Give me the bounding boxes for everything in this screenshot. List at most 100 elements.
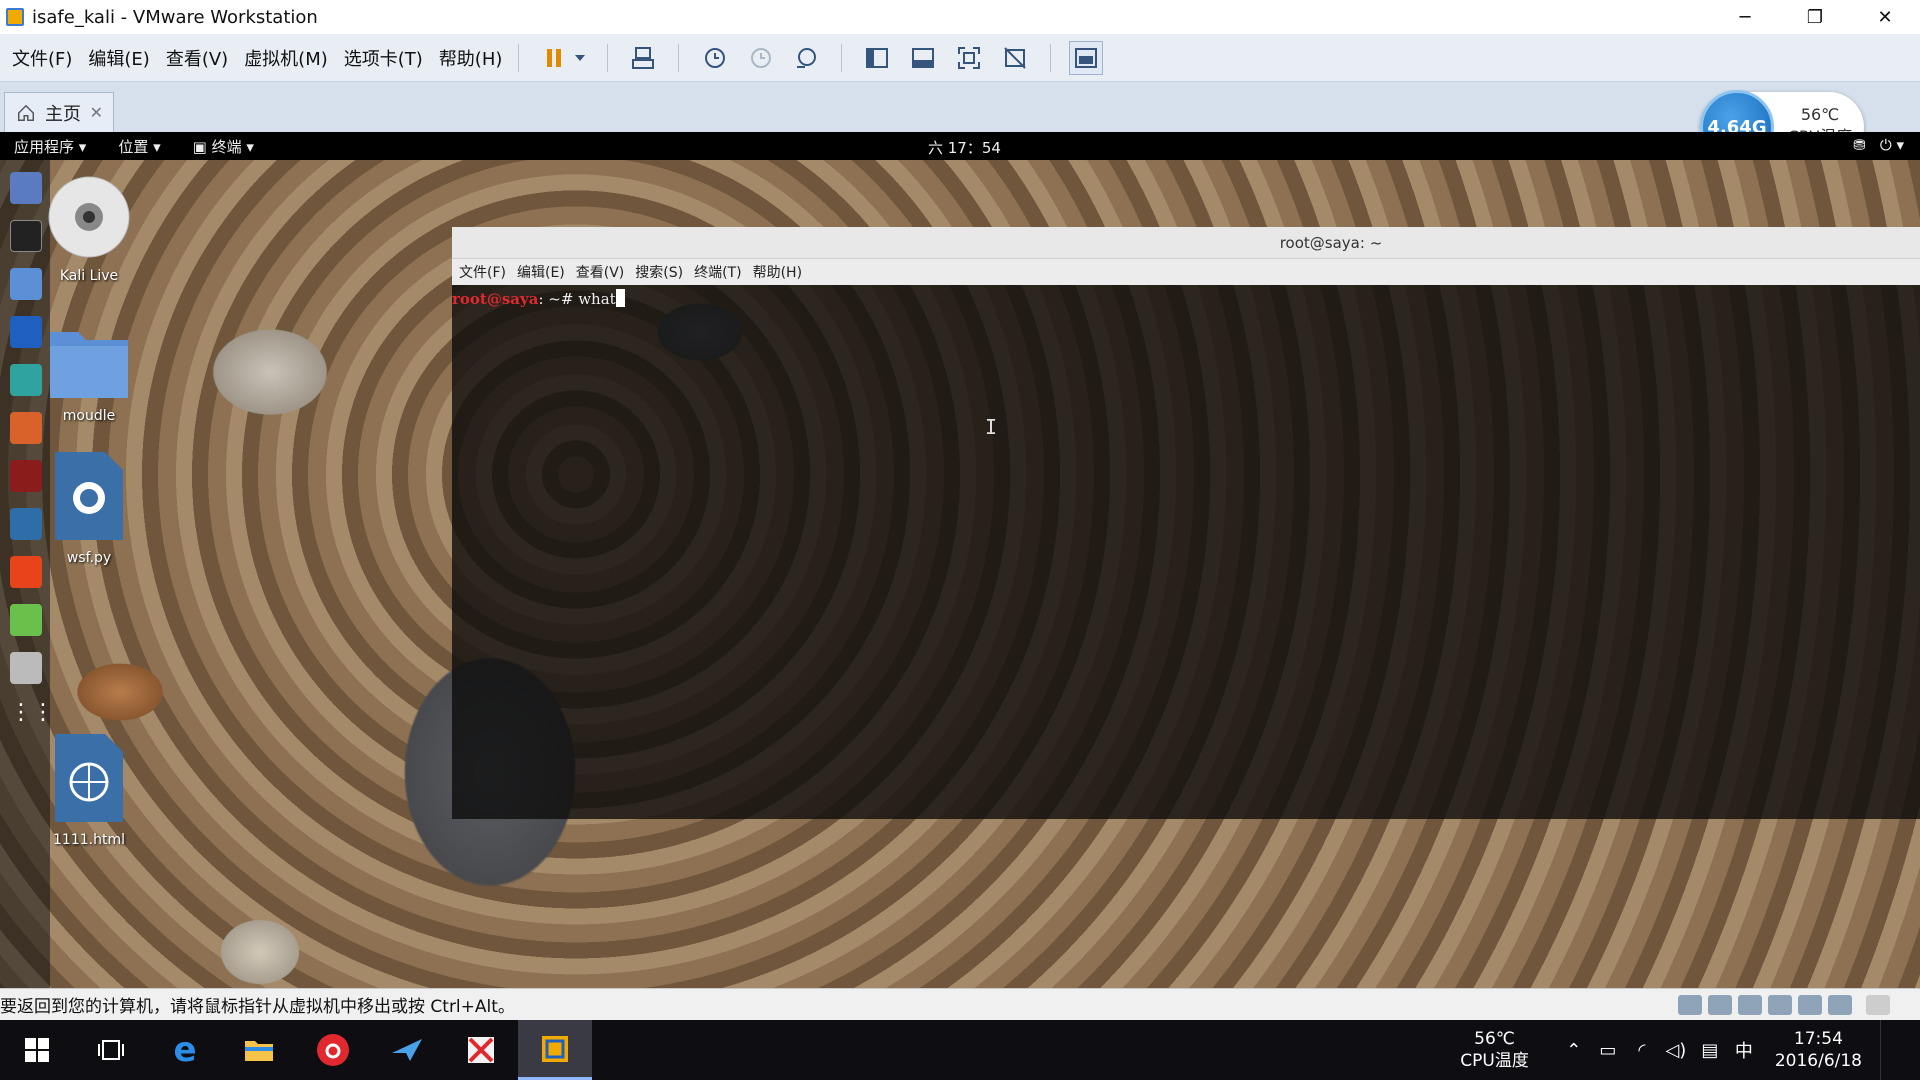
python-file-icon xyxy=(55,452,123,540)
desktop-icon-label: wsf.py xyxy=(66,550,112,566)
menu-vm[interactable]: 虚拟机(M) xyxy=(244,45,328,71)
menu-tabs[interactable]: 选项卡(T) xyxy=(344,45,423,71)
terminal-small-icon: ▣ xyxy=(192,137,212,156)
toolbar-separator xyxy=(607,43,609,72)
ime-indicator[interactable]: 中 xyxy=(1729,1037,1759,1063)
send-ctrl-alt-del-icon[interactable] xyxy=(626,41,660,75)
menubar: 文件(F) 编辑(E) 查看(V) 虚拟机(M) 选项卡(T) 帮助(H) xyxy=(0,34,1920,82)
people-icon: ⛃ xyxy=(1853,136,1866,154)
disc-icon xyxy=(48,176,130,258)
applications-menu[interactable]: 应用程序 ▾ xyxy=(14,136,86,157)
dock-notes-icon[interactable] xyxy=(10,604,42,636)
tab-close-icon[interactable]: ✕ xyxy=(90,103,103,122)
show-apps-icon[interactable]: ⋮⋮ xyxy=(10,700,54,732)
terminal-window[interactable]: root@saya: ~ 文件(F) 编辑(E) 查看(V) 搜索(S) 终端(… xyxy=(452,227,1920,819)
dock-app-icon[interactable] xyxy=(10,652,42,684)
taskbar-clock[interactable]: 17:54 2016/6/18 xyxy=(1775,1028,1862,1072)
revert-snapshot-icon[interactable] xyxy=(743,41,777,75)
display-icon[interactable] xyxy=(1828,995,1852,1015)
status-message: 要返回到您的计算机，请将鼠标指针从虚拟机中移出或按 Ctrl+Alt。 xyxy=(0,997,515,1017)
tray-cpu-temp[interactable]: 56℃ CPU温度 xyxy=(1460,1028,1529,1072)
window-title: isafe_kali - VMware Workstation xyxy=(32,6,318,28)
snapshot-manager-icon[interactable] xyxy=(789,41,823,75)
desktop-icon-kali-live[interactable]: Kali Live xyxy=(34,174,144,284)
desktop-icon-wsf-py[interactable]: wsf.py xyxy=(34,450,144,566)
notification-message-icon[interactable]: ▤ xyxy=(1695,1040,1725,1061)
places-menu[interactable]: 位置 ▾ xyxy=(118,136,160,157)
snapshot-icon[interactable] xyxy=(697,41,731,75)
html-file-icon xyxy=(55,734,123,822)
vmware-icon xyxy=(542,1035,568,1062)
chevron-down-icon[interactable] xyxy=(571,41,589,75)
console-view-icon[interactable] xyxy=(906,41,940,75)
minimize-button[interactable]: ─ xyxy=(1710,0,1780,34)
tab-label: 主页 xyxy=(45,103,81,125)
message-icon[interactable] xyxy=(1866,995,1890,1015)
start-button[interactable] xyxy=(0,1020,74,1080)
tab-bar: 主页 ✕ isafe_kali ✕ xyxy=(0,82,1920,1070)
tab-home[interactable]: 主页 ✕ xyxy=(4,92,114,132)
windows-taskbar: e 56℃ CPU温度 ⌃ ▭ ◜ ◁) ▤ 中 17:54 2016/6/18 xyxy=(0,1020,1920,1080)
show-desktop-button[interactable] xyxy=(1880,1020,1920,1080)
task-view-button[interactable] xyxy=(74,1020,148,1080)
vm-display[interactable]: 应用程序 ▾ 位置 ▾ ▣ 终端 ▾ 六 17：54 ⛃ ⏻ ▾ ⋮⋮ Kali… xyxy=(0,132,1920,988)
windows-logo-icon xyxy=(25,1038,49,1062)
wifi-icon[interactable]: ◜ xyxy=(1627,1040,1657,1061)
menu-view[interactable]: 查看(V) xyxy=(166,45,228,71)
system-menu[interactable]: ⛃ ⏻ ▾ xyxy=(1853,136,1904,154)
taskbar-netease-music[interactable] xyxy=(296,1020,370,1080)
menu-help[interactable]: 帮助(H) xyxy=(439,45,503,71)
volume-icon[interactable]: ◁) xyxy=(1661,1040,1691,1061)
toolbar-separator xyxy=(678,43,680,72)
window-titlebar: isafe_kali - VMware Workstation ─ ❐ ✕ xyxy=(0,0,1920,34)
folder-icon xyxy=(50,332,128,398)
restore-button[interactable]: ❐ xyxy=(1780,0,1850,34)
terminal-output[interactable]: root@saya: ~# what I xyxy=(452,285,1920,819)
menu-file[interactable]: 文件(F) xyxy=(12,45,72,71)
taskbar-app[interactable] xyxy=(444,1020,518,1080)
terminal-app-menu[interactable]: ▣ 终端 ▾ xyxy=(193,136,254,157)
taskbar-bird-app[interactable] xyxy=(370,1020,444,1080)
unity-icon[interactable] xyxy=(998,41,1032,75)
power-icon: ⏻ ▾ xyxy=(1879,136,1904,154)
chevron-up-icon[interactable]: ⌃ xyxy=(1559,1040,1589,1061)
view-mode-icon[interactable] xyxy=(1069,40,1104,75)
tray-temp-label: CPU温度 xyxy=(1460,1051,1529,1071)
music-app-icon xyxy=(317,1034,349,1066)
network-icon[interactable] xyxy=(1738,995,1762,1015)
terminal-menu-file[interactable]: 文件(F) xyxy=(459,262,506,282)
terminal-menu-terminal[interactable]: 终端(T) xyxy=(694,262,741,282)
terminal-menu-search[interactable]: 搜索(S) xyxy=(635,262,683,282)
terminal-menu-edit[interactable]: 编辑(E) xyxy=(517,262,565,282)
desktop-icon-1111-html[interactable]: 1111.html xyxy=(34,732,144,848)
sidebar-toggle-icon[interactable] xyxy=(860,41,894,75)
battery-icon[interactable]: ▭ xyxy=(1593,1040,1623,1061)
home-icon xyxy=(15,102,37,124)
close-button[interactable]: ✕ xyxy=(1850,0,1920,34)
taskbar-explorer[interactable] xyxy=(222,1020,296,1080)
pause-icon[interactable] xyxy=(537,41,571,75)
tray-temp-value: 56℃ xyxy=(1474,1029,1515,1049)
clock-time: 17:54 xyxy=(1793,1029,1843,1049)
cdrom-icon[interactable] xyxy=(1708,995,1732,1015)
clock-date: 2016/6/18 xyxy=(1774,1051,1862,1071)
terminal-title[interactable]: root@saya: ~ xyxy=(452,227,1920,259)
sound-icon[interactable] xyxy=(1798,995,1822,1015)
taskbar-edge[interactable]: e xyxy=(148,1020,222,1080)
desktop-icon-moudle[interactable]: moudle xyxy=(34,322,144,424)
printer-icon[interactable] xyxy=(1768,995,1792,1015)
hard-disk-icon[interactable] xyxy=(1678,995,1702,1015)
desktop-icon-label: moudle xyxy=(62,408,116,424)
system-tray: 56℃ CPU温度 ⌃ ▭ ◜ ◁) ▤ 中 17:54 2016/6/18 xyxy=(1460,1020,1920,1080)
typed-command: what xyxy=(578,290,616,308)
terminal-menu-help[interactable]: 帮助(H) xyxy=(753,262,802,282)
gnome-clock[interactable]: 六 17：54 xyxy=(928,137,1001,158)
taskbar-vmware[interactable] xyxy=(518,1020,592,1080)
terminal-prompt-line: root@saya: ~# what xyxy=(452,289,1920,308)
fullscreen-icon[interactable] xyxy=(952,41,986,75)
prompt-user: root@saya xyxy=(452,290,539,308)
vmware-statusbar: 要返回到您的计算机，请将鼠标指针从虚拟机中移出或按 Ctrl+Alt。 xyxy=(0,988,1920,1020)
task-view-icon xyxy=(98,1040,124,1060)
menu-edit[interactable]: 编辑(E) xyxy=(88,45,149,71)
terminal-menu-view[interactable]: 查看(V) xyxy=(576,262,625,282)
